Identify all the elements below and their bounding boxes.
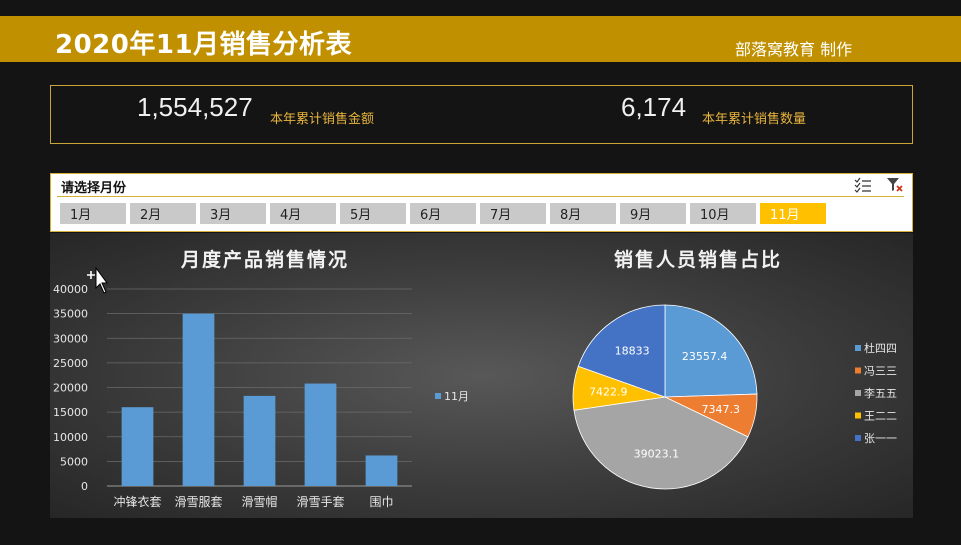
pie-legend-swatch (855, 390, 861, 396)
bar (121, 407, 154, 486)
month-button-8[interactable]: 8月 (550, 203, 616, 224)
month-button-4[interactable]: 4月 (270, 203, 336, 224)
month-button-9[interactable]: 9月 (620, 203, 686, 224)
y-tick-label: 25000 (53, 357, 88, 370)
pie-data-label: 18833 (615, 344, 650, 357)
x-tick-label: 滑雪服套 (174, 495, 222, 509)
credit-text: 部落窝教育 制作 (735, 40, 853, 59)
month-button-6[interactable]: 6月 (410, 203, 476, 224)
y-tick-label: 0 (81, 480, 88, 493)
month-button-5[interactable]: 5月 (340, 203, 406, 224)
month-button-7[interactable]: 7月 (480, 203, 546, 224)
month-slicer: 请选择月份 1月 2月 3月 4月 5月 6月 7月 8月 9月 10月 11月 (50, 173, 913, 232)
month-button-11[interactable]: 11月 (760, 203, 826, 224)
x-tick-label: 滑雪帽 (241, 494, 277, 509)
slicer-divider (57, 196, 904, 197)
pie-legend-label: 杜四四 (864, 341, 897, 355)
y-tick-label: 15000 (53, 406, 88, 419)
pie-data-label: 7347.3 (702, 403, 741, 416)
pie-chart-title: 销售人员销售占比 (614, 248, 782, 271)
bar-legend-swatch (435, 393, 441, 399)
month-button-10[interactable]: 10月 (690, 203, 756, 224)
multi-select-icon[interactable] (854, 177, 872, 193)
bar (182, 313, 215, 486)
pie-legend-label: 王二二 (864, 410, 897, 423)
pie-legend-swatch (855, 412, 861, 419)
bar-legend-label: 11月 (444, 390, 469, 403)
month-button-2[interactable]: 2月 (130, 203, 196, 224)
bar (304, 383, 337, 486)
pie-legend-label: 冯三三 (864, 365, 897, 378)
pie-legend-swatch (855, 345, 861, 351)
cursor-icon (87, 267, 108, 294)
pie-data-label: 39023.1 (634, 447, 680, 460)
pie-legend-label: 张一一 (864, 432, 897, 445)
title-bar: 2020年11月销售分析表 部落窝教育 制作 (0, 16, 961, 62)
pie-legend-swatch (855, 367, 861, 374)
kpi-quantity-value: 6,174 (621, 92, 687, 122)
kpi-quantity-label: 本年累计销售数量 (702, 112, 807, 127)
x-tick-label: 冲锋衣套 (113, 494, 161, 509)
pie-data-label: 7422.9 (589, 385, 628, 398)
x-tick-label: 围巾 (369, 495, 393, 509)
bar (243, 395, 276, 486)
pie-data-label: 23557.4 (682, 350, 728, 363)
kpi-amount-label: 本年累计销售金额 (270, 112, 375, 127)
x-tick-label: 滑雪手套 (296, 495, 344, 509)
charts-panel: 月度产品销售情况 0 5000 10000 15000 20000 25000 30000 35… (50, 233, 913, 518)
bar-chart-title: 月度产品销售情况 (180, 248, 349, 271)
y-tick-label: 30000 (53, 332, 88, 345)
page-title: 2020年11月销售分析表 (55, 30, 353, 60)
y-tick-label: 40000 (53, 283, 88, 296)
kpi-amount-value: 1,554,527 (137, 92, 253, 122)
y-tick-label: 35000 (53, 308, 88, 321)
kpi-panel: 1,554,527 本年累计销售金额 6,174 本年累计销售数量 (50, 85, 913, 144)
clear-filter-icon[interactable] (886, 177, 904, 193)
month-button-1[interactable]: 1月 (60, 203, 126, 224)
pie-legend-label: 李五五 (864, 386, 897, 400)
pie-legend-swatch (855, 435, 861, 441)
charts-canvas: 月度产品销售情况 0 5000 10000 15000 20000 25000 30000 35… (53, 248, 897, 509)
y-tick-label: 10000 (53, 431, 88, 444)
slicer-title: 请选择月份 (61, 181, 127, 196)
y-tick-label: 5000 (60, 455, 88, 468)
month-button-3[interactable]: 3月 (200, 203, 266, 224)
bar (365, 455, 398, 486)
y-tick-label: 20000 (53, 382, 88, 395)
